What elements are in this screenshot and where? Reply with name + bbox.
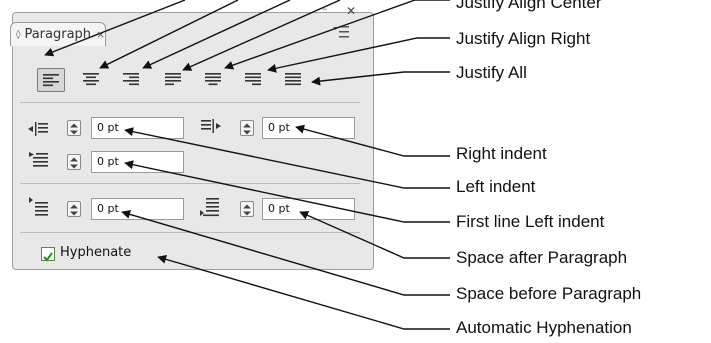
align-left-button[interactable] bbox=[37, 68, 65, 92]
justify-center-icon bbox=[205, 73, 221, 86]
callout-automatic-hyphenation: Automatic Hyphenation bbox=[456, 318, 632, 337]
callout-first-line-left-indent: First line Left indent bbox=[456, 212, 605, 231]
justify-all-button[interactable] bbox=[280, 68, 308, 92]
first-line-indent-stepper[interactable] bbox=[67, 154, 81, 170]
right-indent-field[interactable]: 0 pt bbox=[262, 117, 355, 139]
right-indent-icon bbox=[200, 117, 222, 135]
space-after-icon bbox=[198, 197, 220, 217]
justify-all-icon bbox=[285, 73, 301, 86]
checkmark-icon bbox=[43, 252, 53, 262]
callout-justify-all: Justify All bbox=[456, 63, 527, 82]
tab-close-icon[interactable]: × bbox=[96, 28, 105, 41]
justify-align-center-button[interactable] bbox=[200, 68, 228, 92]
callout-justify-align-center: Justify Align Center bbox=[456, 0, 602, 12]
justify-align-right-button[interactable] bbox=[240, 68, 268, 92]
align-left-icon bbox=[43, 74, 59, 87]
first-line-indent-field[interactable]: 0 pt bbox=[91, 151, 184, 173]
align-center-icon bbox=[83, 73, 99, 86]
callout-space-after-paragraph: Space after Paragraph bbox=[456, 248, 628, 267]
justify-right-icon bbox=[245, 73, 261, 86]
hyphenate-checkbox[interactable] bbox=[41, 247, 55, 262]
align-right-button[interactable] bbox=[118, 68, 146, 92]
callout-right-indent: Right indent bbox=[456, 144, 547, 163]
space-before-stepper[interactable] bbox=[67, 201, 81, 217]
right-indent-stepper[interactable] bbox=[240, 120, 254, 136]
diamond-arrows-icon: ◊ bbox=[16, 29, 21, 40]
left-indent-icon bbox=[27, 120, 49, 138]
hyphenate-label: Hyphenate bbox=[60, 245, 132, 260]
tab-paragraph-label: Paragraph bbox=[24, 27, 92, 42]
callout-justify-align-right: Justify Align Right bbox=[456, 29, 591, 48]
justify-left-icon bbox=[165, 73, 181, 86]
separator-line bbox=[20, 183, 360, 184]
callout-space-before-paragraph: Space before Paragraph bbox=[456, 284, 642, 303]
align-center-button[interactable] bbox=[78, 68, 106, 92]
separator-line bbox=[20, 102, 360, 103]
left-indent-stepper[interactable] bbox=[67, 120, 81, 136]
space-before-icon bbox=[27, 196, 49, 216]
justify-align-left-button[interactable] bbox=[160, 68, 188, 92]
minimize-icon[interactable]: – bbox=[322, 3, 334, 15]
space-after-field[interactable]: 0 pt bbox=[262, 198, 355, 220]
space-after-stepper[interactable] bbox=[240, 201, 254, 217]
panel-menu-icon[interactable] bbox=[332, 24, 350, 40]
callout-left-indent: Left indent bbox=[456, 177, 536, 196]
space-before-field[interactable]: 0 pt bbox=[91, 198, 184, 220]
tab-paragraph[interactable]: ◊ Paragraph × bbox=[10, 22, 106, 46]
separator-line bbox=[20, 232, 360, 233]
left-indent-field[interactable]: 0 pt bbox=[91, 117, 184, 139]
align-right-icon bbox=[123, 73, 139, 86]
first-line-indent-icon bbox=[27, 150, 49, 168]
close-panel-icon[interactable]: ✕ bbox=[344, 4, 358, 18]
